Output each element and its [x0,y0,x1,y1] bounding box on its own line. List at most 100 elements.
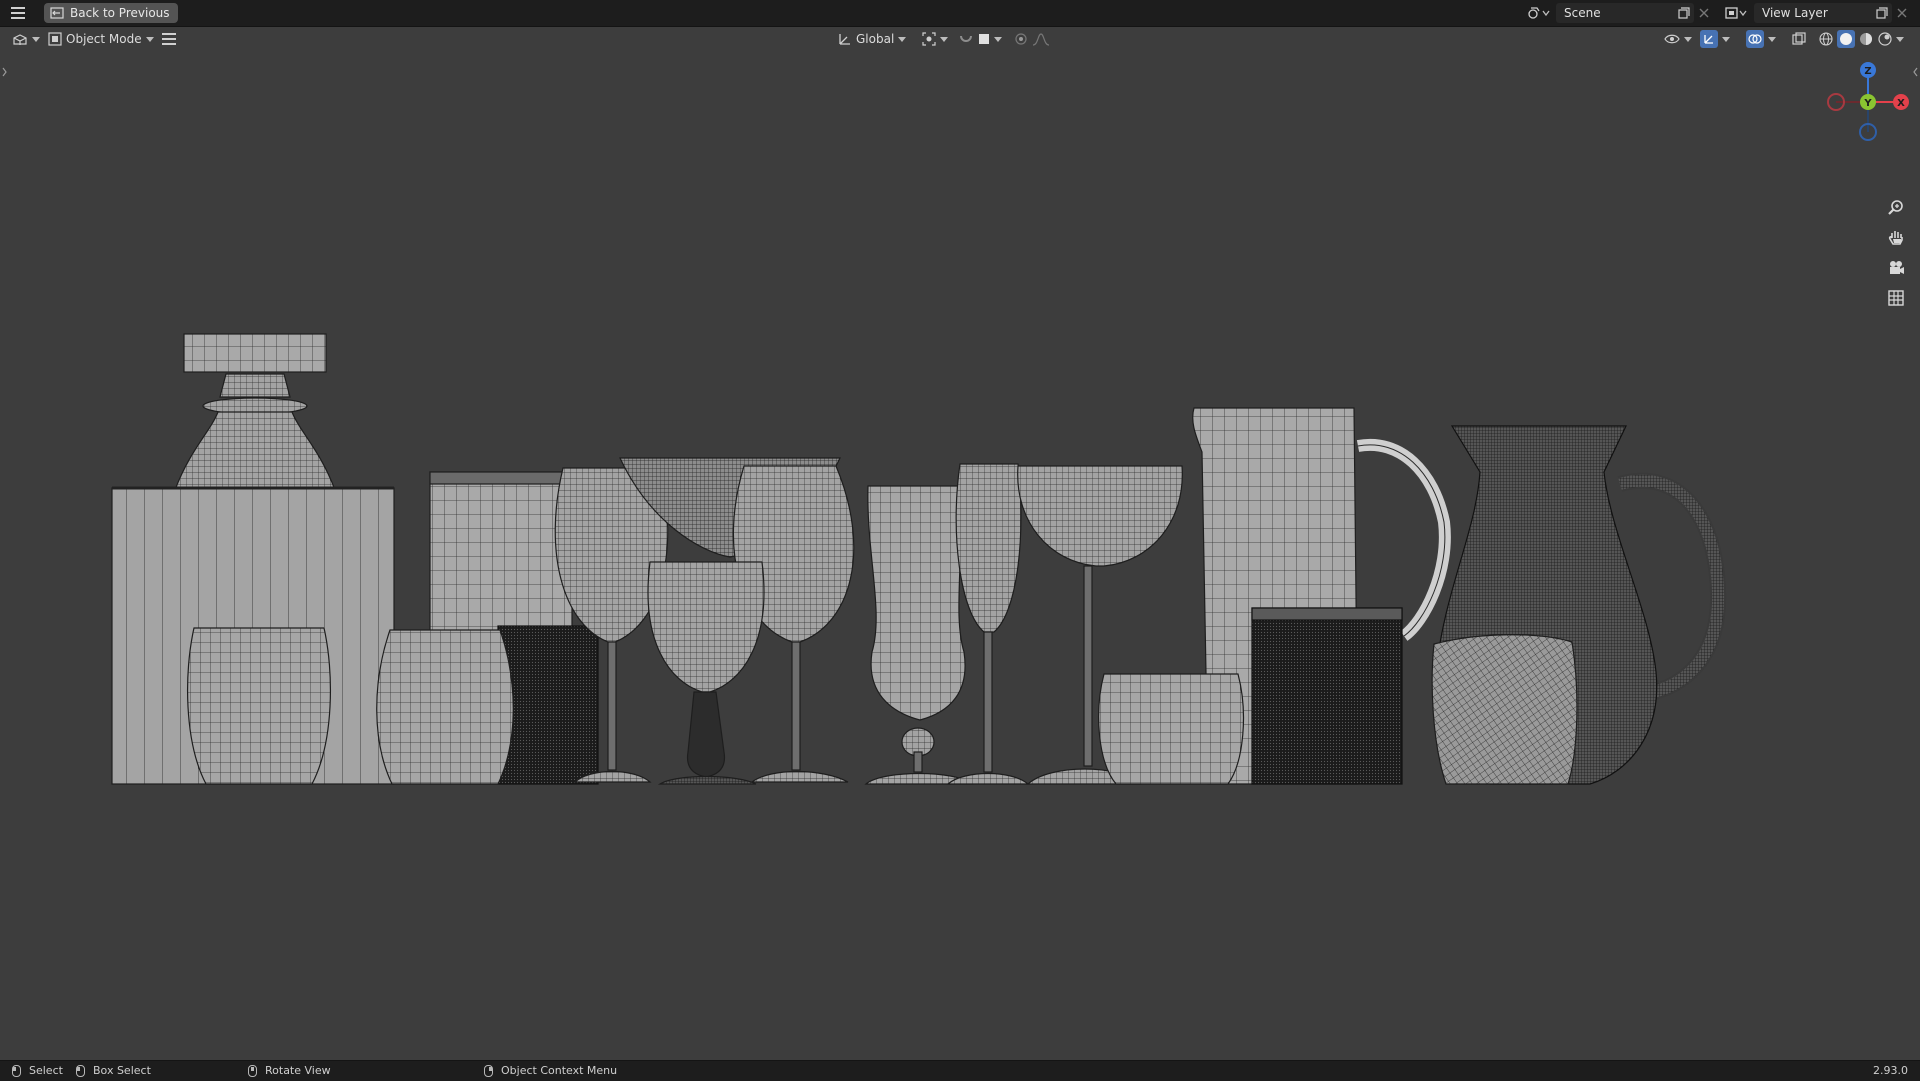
toolbar-expand-arrow [2,67,7,77]
version-label: 2.93.0 [1873,1064,1908,1077]
camera-icon [1890,261,1904,274]
menu-icon [11,7,25,19]
gizmo-x-label: X [1897,98,1905,109]
chevron-down-icon [1684,36,1692,42]
transform-orientation-dropdown[interactable]: Global [838,29,914,49]
orientation-icon [839,34,850,45]
xray-icon [1792,32,1806,45]
overlays-icon [1748,34,1762,44]
view3d-icon [13,34,27,45]
3d-viewport[interactable]: Z Y X [0,52,1920,1060]
sidebar-expand-arrow [1913,67,1918,77]
scene-name-field[interactable]: Scene [1556,3,1694,23]
snap-target-icon [979,34,989,44]
status-bar: Select Box Select Rotate View Object Con… [0,1060,1920,1081]
chevron-down-icon [898,36,907,42]
goblet-glass[interactable] [647,561,765,785]
zoom-icon [1888,200,1903,215]
delete-view-layer-button[interactable] [1894,4,1910,22]
chevron-down-icon [1896,36,1904,42]
falloff-icon [1032,33,1050,46]
duplicate-icon [1876,7,1888,19]
middle-mouse-icon [248,1064,257,1077]
object-mode-label: Object Mode [66,32,142,46]
tumbler-small-left[interactable] [186,627,332,785]
solid-shading-button[interactable] [1837,30,1855,48]
left-mouse-icon [12,1064,21,1077]
proportional-editing-controls[interactable] [1014,29,1062,49]
hobnail-tumbler-right[interactable] [1251,607,1403,785]
pivot-icon [922,32,936,46]
duplicate-icon [1678,7,1690,19]
zoom-button[interactable] [1882,194,1910,222]
object-visibility-dropdown[interactable] [1664,29,1694,49]
solid-shading-icon [1840,33,1852,45]
version-info: 2.93.0 [1873,1064,1908,1077]
back-icon [50,7,64,19]
gizmo-toggle[interactable] [1700,29,1736,49]
xray-toggle[interactable] [1792,29,1812,49]
delete-scene-button[interactable] [1696,4,1712,22]
close-icon [1699,8,1709,18]
new-view-layer-button[interactable] [1874,4,1890,22]
chevron-down-icon [940,36,948,42]
editor-type-dropdown[interactable] [12,29,40,49]
overlays-toggle-active[interactable] [1746,30,1764,48]
pan-button[interactable] [1882,224,1910,252]
view-layer-icon [1725,7,1747,19]
view-menu-button[interactable] [162,29,182,49]
snap-icon [960,35,972,42]
pivot-point-dropdown[interactable] [922,29,952,49]
left-mouse-drag-icon [76,1064,85,1077]
scene-browse-button[interactable] [1524,4,1554,22]
ortho-toggle-button[interactable] [1882,284,1910,312]
view-layer-name-field[interactable]: View Layer [1754,3,1892,23]
snapping-controls[interactable] [958,29,1008,49]
menu-button[interactable] [8,4,28,22]
chevron-down-icon [994,36,1002,42]
proportional-edit-icon [1015,33,1027,45]
scene-render: Z Y X [2,62,1918,785]
back-to-previous-button[interactable]: Back to Previous [44,3,178,23]
status-rotate-view-label: Rotate View [265,1064,331,1077]
close-icon [1897,8,1907,18]
status-select-label: Select [29,1064,63,1077]
gizmo-icon [1704,35,1713,44]
top-bar: Back to Previous Scene View Layer [0,0,1920,27]
camera-view-button[interactable] [1882,254,1910,282]
overlays-toggle[interactable] [1746,29,1782,49]
object-mode-dropdown[interactable]: Object Mode [48,29,156,49]
viewport-header: Object Mode Global [0,26,1920,52]
faceted-cup[interactable] [1431,634,1578,785]
view-layer-name: View Layer [1762,6,1828,20]
status-context-menu-label: Object Context Menu [501,1064,618,1077]
right-mouse-icon [484,1064,493,1077]
menu-icon [162,33,176,45]
hand-icon [1888,231,1903,245]
status-box-select: Box Select [76,1064,151,1077]
material-shading-icon[interactable] [1858,31,1874,47]
chevron-down-icon [145,36,154,42]
chevron-down-icon [1722,36,1730,42]
gizmo-z-label: Z [1864,66,1871,77]
grid-icon [1888,290,1904,306]
gizmo-toggle-active[interactable] [1700,30,1718,48]
status-select: Select [12,1064,63,1077]
orientation-label: Global [856,32,895,46]
wireframe-shading-icon[interactable] [1818,31,1834,47]
rocks-bowl[interactable] [1098,673,1245,785]
back-to-previous-label: Back to Previous [70,6,170,20]
new-scene-button[interactable] [1676,4,1692,22]
chevron-down-icon [32,36,40,42]
status-box-select-label: Box Select [93,1064,151,1077]
scene-icon [1528,7,1550,19]
barrel-tumbler[interactable] [376,629,514,785]
gizmo-y-label: Y [1863,98,1872,109]
eye-icon [1664,34,1680,44]
chevron-down-icon [1768,36,1776,42]
status-rotate-view: Rotate View [248,1064,331,1077]
shading-mode-buttons[interactable] [1818,29,1908,49]
rendered-shading-icon[interactable] [1877,31,1893,47]
scene-name: Scene [1564,6,1601,20]
view-layer-browse-button[interactable] [1722,4,1752,22]
